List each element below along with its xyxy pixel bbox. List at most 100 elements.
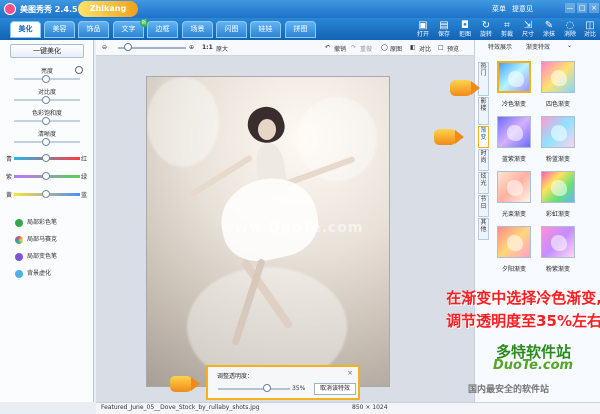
transparency-close-icon[interactable]: × <box>347 369 353 377</box>
pink-blue-gradient-effect[interactable] <box>541 116 575 148</box>
menu-link[interactable]: 菜单 <box>492 4 506 14</box>
app-title: 美图秀秀 2.4.5 <box>20 5 78 14</box>
tab-decoration[interactable]: 饰品 <box>78 21 109 38</box>
fashion-tab[interactable]: 时尚 <box>478 149 489 171</box>
brightness-slider-thumb[interactable] <box>42 75 50 83</box>
yellow-blue-slider-thumb[interactable] <box>42 190 50 198</box>
saturation-slider-thumb[interactable] <box>42 117 50 125</box>
cool-gradient-effect[interactable] <box>497 61 531 93</box>
crop-tool[interactable]: ⌗ 剪裁 <box>497 20 517 40</box>
capture-tool[interactable]: ◘ 拒图 <box>455 20 475 40</box>
edited-photo[interactable]: www.DuoTe.com <box>146 76 390 387</box>
effect-preview-figure <box>551 235 567 251</box>
effect-showcase-tab[interactable]: 特效展示 <box>488 42 512 51</box>
gradient-tab[interactable]: 渐变 <box>478 126 489 148</box>
zoom-in-icon[interactable]: ⊕ <box>189 44 194 51</box>
cancel-effect-button[interactable]: 取消该特效 <box>314 383 356 395</box>
transparency-slider-thumb[interactable] <box>263 384 271 392</box>
rainbow-gradient-effect[interactable] <box>541 171 575 203</box>
brightness-label: 亮度 <box>40 68 53 75</box>
effect-tabs: 特效展示 渐变特效 ⌄ <box>474 40 600 53</box>
light-beam-gradient-effect[interactable] <box>497 171 531 203</box>
saturation-label: 色彩饱和度 <box>31 110 62 117</box>
ratio-label[interactable]: 1:1 <box>202 44 213 51</box>
photo-watermark: www.DuoTe.com <box>221 220 364 236</box>
preview-button[interactable]: 预览 <box>447 44 459 53</box>
file-name: Featured_June_05__Dove_Stock_by_rullaby_… <box>101 404 260 411</box>
local-color-pen-tool[interactable]: 局部彩色笔 <box>15 217 57 227</box>
sunset-gradient-effect[interactable] <box>497 226 531 258</box>
transparency-label: 调整透明度： <box>217 373 254 380</box>
zoom-out-icon[interactable]: ⊖ <box>102 44 107 51</box>
compare-icon: ◫ <box>585 20 595 31</box>
red-label: 红 <box>81 156 88 163</box>
size-tool[interactable]: ⇲ 尺寸 <box>518 20 538 40</box>
undo-icon[interactable]: ↶ <box>325 44 330 51</box>
tab-beauty[interactable]: 美容 <box>44 21 75 38</box>
tutorial-annotation: 在渐变中选择冷色渐变, 调节透明度至35%左右 <box>381 287 600 333</box>
save-icon: ▤ <box>439 20 449 31</box>
camera-icon: ◘ <box>461 20 469 31</box>
preview-icon[interactable]: □ <box>438 44 444 51</box>
sharpness-slider-thumb[interactable] <box>42 138 50 146</box>
purple-label: 紫 <box>6 174 13 181</box>
app-logo-icon <box>4 3 16 15</box>
contrast-label: 对比度 <box>37 89 56 96</box>
save-tool[interactable]: ▤ 保存 <box>434 20 454 40</box>
original-image-button[interactable]: 原图 <box>390 44 402 53</box>
studio-effects-tab[interactable]: 影楼 <box>478 97 489 125</box>
other-tab[interactable]: 其他 <box>478 218 489 240</box>
effect-preview-figure <box>551 125 567 141</box>
site-domain: DuoTe.com <box>493 358 574 373</box>
green-label: 绿 <box>81 174 88 181</box>
pink-purple-gradient-effect[interactable] <box>541 226 575 258</box>
local-recolor-pen-tool[interactable]: 局部变色笔 <box>15 251 57 261</box>
blue-purple-gradient-effect[interactable] <box>497 116 531 148</box>
feedback-link[interactable]: 提意见 <box>512 4 533 14</box>
tab-scene[interactable]: 场景 <box>182 21 213 38</box>
compare-icon-small[interactable]: ◧ <box>410 44 416 51</box>
recolor-pen-icon <box>15 252 23 261</box>
tab-frame[interactable]: 边框 <box>147 21 178 38</box>
local-mosaic-tool[interactable]: 局部马赛克 <box>15 234 57 244</box>
cyan-red-slider-thumb[interactable] <box>42 154 50 162</box>
one-click-beautify-button[interactable]: 一键美化 <box>10 44 84 58</box>
close-window-button[interactable]: × <box>589 3 599 13</box>
undo-button[interactable]: 撤销 <box>334 44 346 53</box>
original-image-icon[interactable]: ◯ <box>381 44 388 51</box>
arrow-pointer-icon <box>450 80 480 96</box>
effect-label: 粉蓝渐变 <box>545 156 570 163</box>
maximize-button[interactable]: □ <box>577 3 587 13</box>
open-tool[interactable]: ▣ 打开 <box>413 20 433 40</box>
compare-button[interactable]: 对比 <box>419 44 431 53</box>
effect-label: 彩虹渐变 <box>545 211 570 218</box>
tab-text[interactable]: 文字新 <box>113 19 148 38</box>
annotation-line-2: 调节透明度至35%左右 <box>446 312 600 330</box>
original-size-button[interactable]: 原大 <box>216 44 228 53</box>
contrast-slider-thumb[interactable] <box>42 96 50 104</box>
mist-shape <box>147 77 219 167</box>
mist-shape <box>297 97 377 181</box>
redo-button[interactable]: 重做 <box>360 44 372 53</box>
sharpness-label: 清晰度 <box>37 131 56 138</box>
chevron-down-icon[interactable]: ⌄ <box>567 42 572 49</box>
smear-tool[interactable]: ✎ 涂抹 <box>539 20 559 40</box>
purple-green-slider-thumb[interactable] <box>42 172 50 180</box>
tab-beautify[interactable]: 美化 <box>10 21 41 38</box>
background-blur-tool[interactable]: 背景虚化 <box>15 268 51 278</box>
redo-icon[interactable]: ↷ <box>351 44 356 51</box>
tab-doll[interactable]: 娃娃 <box>250 21 281 38</box>
holiday-tab[interactable]: 节日 <box>478 195 489 217</box>
gradient-effects-tab[interactable]: 渐变特效 <box>526 42 550 51</box>
erase-tool[interactable]: ◌ 消除 <box>560 20 580 40</box>
site-tagline: 国内最安全的软件站 <box>468 385 550 395</box>
rotate-tool[interactable]: ↻ 旋转 <box>476 20 496 40</box>
glare-tab[interactable]: 炫光 <box>478 172 489 194</box>
minimize-button[interactable]: — <box>565 3 575 13</box>
compare-tool[interactable]: ◫ 对比 <box>580 20 600 40</box>
four-color-gradient-effect[interactable] <box>541 61 575 93</box>
tab-collage[interactable]: 拼图 <box>285 21 316 38</box>
transparency-slider[interactable] <box>218 388 290 390</box>
tab-flash[interactable]: 闪图 <box>216 21 247 38</box>
zoom-slider-thumb[interactable] <box>124 43 132 51</box>
